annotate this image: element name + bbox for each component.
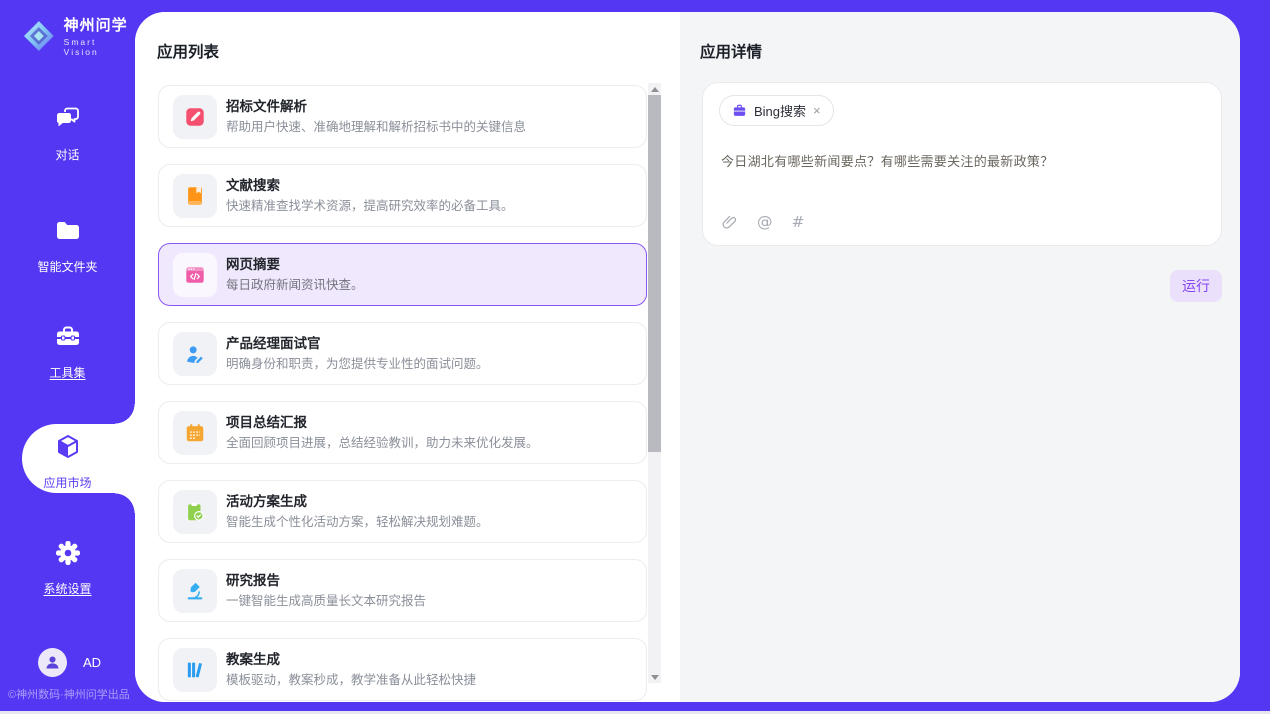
sidebar-item-label: 系统设置 <box>0 580 135 597</box>
briefcase-icon <box>732 103 747 118</box>
sidebar-item-smart-folder[interactable]: 智能文件夹 <box>0 216 135 275</box>
app-card-bid-analysis[interactable]: 招标文件解析 帮助用户快速、准确地理解和解析招标书中的关键信息 <box>158 85 647 148</box>
toolbox-icon <box>53 322 83 352</box>
card-title: 活动方案生成 <box>226 493 489 510</box>
edit-square-icon <box>173 95 217 139</box>
card-desc: 明确身份和职责，为您提供专业性的面试问题。 <box>226 356 489 372</box>
brand-subtitle: Smart Vision <box>64 37 135 57</box>
scroll-down-button[interactable] <box>648 671 661 683</box>
scrollbar-thumb[interactable] <box>648 95 661 452</box>
nav-fillet-top <box>115 404 135 424</box>
person-icon <box>44 654 61 671</box>
card-text: 产品经理面试官 明确身份和职责，为您提供专业性的面试问题。 <box>226 335 489 372</box>
query-input[interactable]: 今日湖北有哪些新闻要点？有哪些需要关注的最新政策？ <box>721 151 1203 170</box>
close-icon[interactable]: × <box>813 104 821 117</box>
sidebar-item-label: 应用市场 <box>0 474 135 491</box>
card-desc: 模板驱动，教案秒成，教学准备从此轻松快捷 <box>226 672 476 688</box>
books-icon <box>173 648 217 692</box>
card-title: 产品经理面试官 <box>226 335 489 352</box>
list-scrollbar[interactable] <box>648 83 661 683</box>
card-title: 网页摘要 <box>226 256 364 273</box>
composer-card: Bing搜索 × 今日湖北有哪些新闻要点？有哪些需要关注的最新政策？ @ # <box>702 82 1222 246</box>
card-desc: 一键智能生成高质量长文本研究报告 <box>226 593 426 609</box>
brand-logo: 神州问学 Smart Vision <box>22 14 135 57</box>
composer-toolbar: @ # <box>721 213 805 231</box>
sidebar-item-app-market[interactable]: 应用市场 <box>0 432 135 491</box>
microscope-icon <box>173 569 217 613</box>
scroll-up-button[interactable] <box>648 83 661 95</box>
brand-name: 神州问学 <box>64 14 135 35</box>
card-text: 网页摘要 每日政府新闻资讯快查。 <box>226 256 364 293</box>
paperclip-icon[interactable] <box>721 214 738 231</box>
diamond-logo-icon <box>22 19 56 53</box>
run-button[interactable]: 运行 <box>1170 270 1222 302</box>
app-card-event-plan[interactable]: 活动方案生成 智能生成个性化活动方案，轻松解决规划难题。 <box>158 480 647 543</box>
card-text: 招标文件解析 帮助用户快速、准确地理解和解析招标书中的关键信息 <box>226 98 526 135</box>
sidebar-item-toolbox[interactable]: 工具集 <box>0 322 135 381</box>
card-title: 研究报告 <box>226 572 426 589</box>
app-detail-title: 应用详情 <box>700 40 762 62</box>
card-desc: 帮助用户快速、准确地理解和解析招标书中的关键信息 <box>226 119 526 135</box>
nav-fillet-bottom <box>115 493 135 513</box>
sidebar: 神州问学 Smart Vision 对话 智能文件夹 <box>0 0 135 702</box>
app-card-lesson-plan[interactable]: 教案生成 模板驱动，教案秒成，教学准备从此轻松快捷 <box>158 638 647 701</box>
sidebar-item-label: 工具集 <box>0 364 135 381</box>
chat-icon <box>53 104 83 134</box>
clipboard-check-icon <box>173 490 217 534</box>
user-account[interactable]: AD <box>38 648 101 677</box>
app-detail-panel: 应用详情 Bing搜索 × 今日湖北有哪些新闻要点？有哪些需要关注的最新政策？ <box>680 12 1240 702</box>
card-title: 教案生成 <box>226 651 476 668</box>
app-card-research-report[interactable]: 研究报告 一键智能生成高质量长文本研究报告 <box>158 559 647 622</box>
folder-icon <box>53 216 83 246</box>
app-card-literature-search[interactable]: 文献搜索 快速精准查找学术资源，提高研究效率的必备工具。 <box>158 164 647 227</box>
copyright-text: ©神州数码·神州问学出品 <box>8 686 135 702</box>
sidebar-item-label: 智能文件夹 <box>0 258 135 275</box>
app-card-pm-interviewer[interactable]: 产品经理面试官 明确身份和职责，为您提供专业性的面试问题。 <box>158 322 647 385</box>
gear-icon <box>53 538 83 568</box>
at-icon[interactable]: @ <box>757 213 773 231</box>
user-name: AD <box>83 655 101 670</box>
card-desc: 每日政府新闻资讯快查。 <box>226 277 364 293</box>
card-title: 项目总结汇报 <box>226 414 539 431</box>
card-title: 文献搜索 <box>226 177 514 194</box>
app-card-list: 招标文件解析 帮助用户快速、准确地理解和解析招标书中的关键信息 文献搜索 <box>158 85 647 702</box>
app-list-title: 应用列表 <box>157 40 219 62</box>
card-text: 文献搜索 快速精准查找学术资源，提高研究效率的必备工具。 <box>226 177 514 214</box>
card-text: 活动方案生成 智能生成个性化活动方案，轻松解决规划难题。 <box>226 493 489 530</box>
app-card-web-summary[interactable]: 网页摘要 每日政府新闻资讯快查。 <box>158 243 647 306</box>
card-text: 项目总结汇报 全面回顾项目进展，总结经验教训，助力未来优化发展。 <box>226 414 539 451</box>
card-text: 研究报告 一键智能生成高质量长文本研究报告 <box>226 572 426 609</box>
calendar-icon <box>173 411 217 455</box>
brand-text: 神州问学 Smart Vision <box>64 14 135 57</box>
tool-chip-label: Bing搜索 <box>754 101 806 120</box>
hash-icon[interactable]: # <box>792 213 805 231</box>
cube-icon <box>53 432 83 462</box>
card-text: 教案生成 模板驱动，教案秒成，教学准备从此轻松快捷 <box>226 651 476 688</box>
sidebar-item-label: 对话 <box>0 146 135 163</box>
card-title: 招标文件解析 <box>226 98 526 115</box>
app-card-project-summary[interactable]: 项目总结汇报 全面回顾项目进展，总结经验教训，助力未来优化发展。 <box>158 401 647 464</box>
card-desc: 快速精准查找学术资源，提高研究效率的必备工具。 <box>226 198 514 214</box>
book-icon <box>173 174 217 218</box>
card-desc: 智能生成个性化活动方案，轻松解决规划难题。 <box>226 514 489 530</box>
scroll-down-icon <box>651 675 659 680</box>
sidebar-item-settings[interactable]: 系统设置 <box>0 538 135 597</box>
main-content: 应用列表 招标文件解析 帮助用户快速、准确地理解和解析招标书中的关键信息 <box>135 12 1240 702</box>
scroll-up-icon <box>651 87 659 92</box>
tool-chip-bing-search[interactable]: Bing搜索 × <box>719 95 834 126</box>
card-desc: 全面回顾项目进展，总结经验教训，助力未来优化发展。 <box>226 435 539 451</box>
app-window: 神州问学 Smart Vision 对话 智能文件夹 <box>0 0 1270 711</box>
sidebar-item-chat[interactable]: 对话 <box>0 104 135 163</box>
app-list-panel: 应用列表 招标文件解析 帮助用户快速、准确地理解和解析招标书中的关键信息 <box>135 12 680 702</box>
browser-code-icon <box>173 253 217 297</box>
avatar <box>38 648 67 677</box>
interviewer-icon <box>173 332 217 376</box>
